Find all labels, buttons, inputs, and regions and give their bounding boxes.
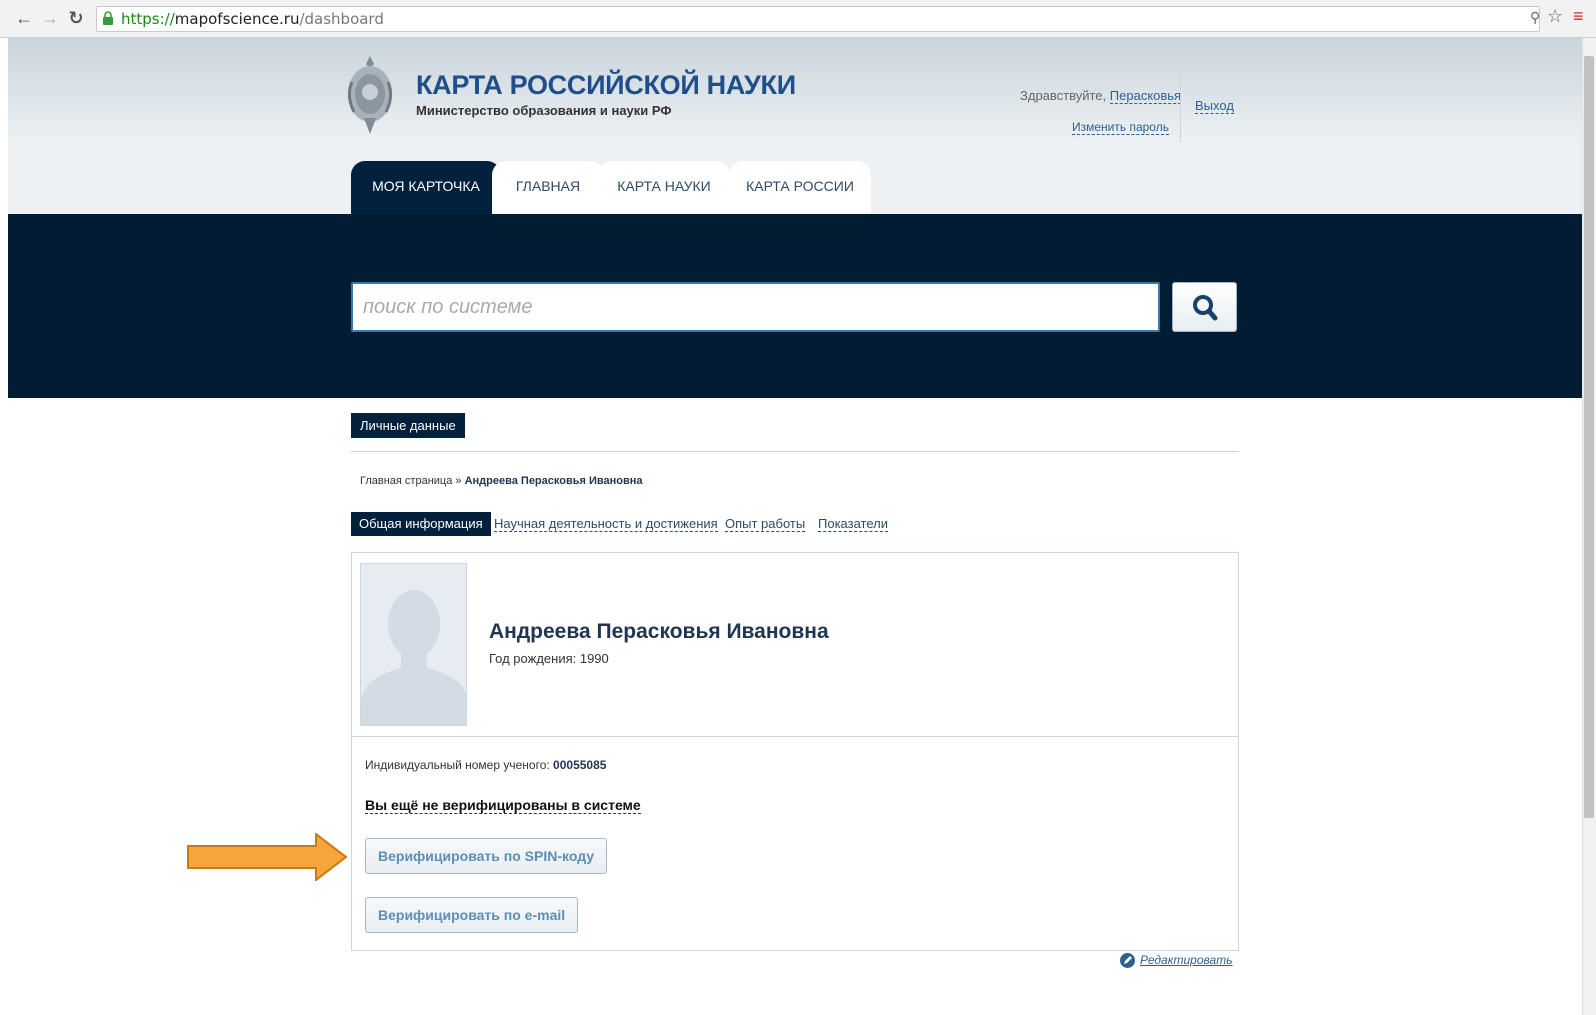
birth-year: Год рождения: 1990 (489, 651, 609, 666)
bookmark-star-icon[interactable]: ☆ (1547, 6, 1563, 27)
search-input[interactable]: поиск по системе (351, 282, 1160, 332)
url-host: mapofscience.ru (174, 10, 300, 28)
person-name: Андреева Перасковья Ивановна (489, 620, 829, 643)
breadcrumb-separator: » (455, 475, 462, 487)
pencil-icon (1120, 953, 1135, 969)
emblem-logo-icon[interactable] (344, 52, 396, 136)
unverified-notice: Вы ещё не верифицированы в системе (365, 797, 641, 814)
subtab-indicators[interactable]: Показатели (818, 512, 888, 536)
scientist-id-row: Индивидуальный номер ученого: 00055085 (365, 758, 606, 772)
logout-link[interactable]: Выход (1195, 98, 1234, 114)
breadcrumb-current: Андреева Перасковья Ивановна (464, 475, 643, 487)
avatar (360, 563, 467, 726)
tab-home[interactable]: ГЛАВНАЯ (492, 161, 604, 214)
logout-link-wrap: Выход (1195, 98, 1234, 114)
brand-subtitle: Министерство образования и науки РФ (416, 103, 672, 118)
url-path: /dashboard (299, 10, 384, 28)
breadcrumb-home-link[interactable]: Главная страница (360, 475, 452, 487)
back-icon[interactable]: ← (14, 8, 34, 28)
tab-science-map[interactable]: КАРТА НАУКИ (598, 161, 730, 214)
subtab-research[interactable]: Научная деятельность и достижения (494, 512, 718, 536)
user-greeting: Здравствуйте, Перасковья (1020, 88, 1182, 104)
verify-email-button[interactable]: Верифицировать по e-mail (365, 897, 579, 933)
section-divider (351, 451, 1239, 452)
profile-card (351, 552, 1239, 951)
subtab-indicators-label: Показатели (818, 516, 888, 532)
subtab-work-experience[interactable]: Опыт работы (725, 512, 806, 536)
key-icon[interactable]: ⚲ (1530, 9, 1540, 26)
search-button[interactable] (1172, 282, 1237, 332)
browser-toolbar: ← → ↻ https://mapofscience.ru/dashboard … (0, 0, 1596, 38)
browser-window: ← → ↻ https://mapofscience.ru/dashboard … (0, 0, 1596, 1015)
lock-icon (103, 11, 113, 25)
scrollbar-thumb[interactable] (1584, 56, 1594, 818)
brand-title[interactable]: КАРТА РОССИЙСКОЙ НАУКИ (416, 70, 796, 101)
change-password-link[interactable]: Изменить пароль (1072, 120, 1169, 135)
breadcrumb: Главная страница » Андреева Перасковья И… (360, 475, 643, 487)
scientist-id-value: 00055085 (553, 758, 607, 772)
edit-link[interactable]: Редактировать (1120, 953, 1233, 969)
header-divider (1180, 74, 1181, 142)
verify-spin-button[interactable]: Верифицировать по SPIN-коду (365, 838, 608, 874)
reload-icon[interactable]: ↻ (66, 8, 86, 28)
scientist-id-label: Индивидуальный номер ученого: (365, 758, 550, 772)
menu-icon[interactable]: ≡ (1573, 6, 1584, 27)
forward-icon[interactable]: → (40, 8, 60, 28)
subtab-general-info[interactable]: Общая информация (351, 512, 491, 536)
search-icon (1193, 295, 1218, 321)
url-scheme: https:// (121, 10, 175, 28)
section-tag-personal-data[interactable]: Личные данные (351, 413, 465, 438)
user-name-link[interactable]: Перасковья (1109, 88, 1182, 104)
profile-card-divider (351, 736, 1239, 737)
subtab-research-label: Научная деятельность и достижения (494, 516, 718, 532)
tab-russia-map[interactable]: КАРТА РОССИИ (729, 161, 871, 214)
greeting-text: Здравствуйте, (1020, 88, 1107, 103)
edit-link-label: Редактировать (1140, 953, 1233, 967)
address-bar[interactable]: https://mapofscience.ru/dashboard (96, 6, 1540, 32)
change-password-link-wrap: Изменить пароль (1072, 120, 1169, 135)
annotation-arrow-icon (187, 833, 348, 881)
subtab-work-experience-label: Опыт работы (725, 516, 806, 532)
tab-my-card[interactable]: МОЯ КАРТОЧКА (351, 161, 501, 214)
avatar-placeholder-icon (361, 590, 466, 725)
